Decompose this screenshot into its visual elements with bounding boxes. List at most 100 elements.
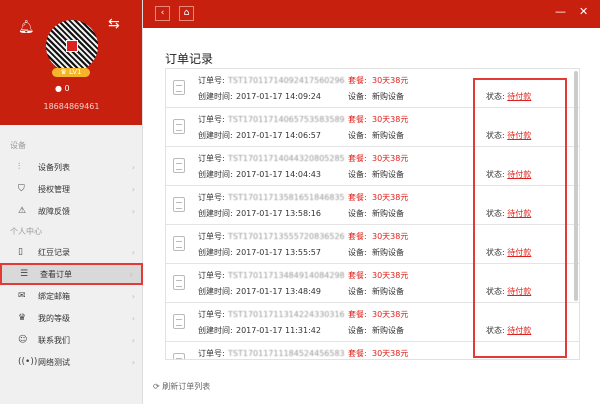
section-device: 设备 xyxy=(10,141,26,150)
created-label: 创建时间: xyxy=(198,131,233,140)
created-time: 2017-01-17 14:09:24 xyxy=(236,92,321,101)
sidebar-item-label: 红豆记录 xyxy=(38,247,70,257)
order-no: TST17011713581651846835 xyxy=(228,193,345,202)
section-personal: 个人中心 xyxy=(10,227,42,236)
minimize-button[interactable]: — xyxy=(555,5,566,18)
order-no: TST17011714092417560296 xyxy=(228,76,345,85)
device-label: 设备: xyxy=(348,170,367,179)
switch-icon[interactable]: ⇆ xyxy=(108,16,120,32)
chevron-right-icon: › xyxy=(131,335,135,345)
package-value: 30天38元 xyxy=(372,115,409,124)
package-value: 30天38元 xyxy=(372,310,409,319)
sidebar-item-1[interactable]: ⛉ 授权管理 › xyxy=(0,178,143,200)
created-label: 创建时间: xyxy=(198,170,233,179)
created-time: 2017-01-17 13:55:57 xyxy=(236,248,321,257)
sidebar: 🔔︎ ⇆ ♛ LV1 ● 0 18684869461 设备 ⫶ 设备列表 › ⛉ 授权管… xyxy=(0,0,143,404)
back-button[interactable]: ‹ xyxy=(155,6,170,21)
sidebar-item-4[interactable]: ☺ 联系我们 › xyxy=(0,329,143,351)
page-title: 订单记录 xyxy=(165,52,214,66)
device-value: 新购设备 xyxy=(372,170,404,179)
level-badge: ♛ LV1 xyxy=(52,68,90,77)
package-label: 套餐: xyxy=(348,310,367,319)
package-label: 套餐: xyxy=(348,154,367,163)
home-button[interactable]: ⌂ xyxy=(179,6,194,21)
package-label: 套餐: xyxy=(348,115,367,124)
bell-icon[interactable]: 🔔︎ xyxy=(18,20,35,35)
document-icon xyxy=(173,314,185,329)
chevron-right-icon: › xyxy=(131,357,135,367)
device-value: 新购设备 xyxy=(372,209,404,218)
package-value: 30天38元 xyxy=(372,76,409,85)
refresh-label: 刷新订单列表 xyxy=(162,382,211,391)
chevron-right-icon: › xyxy=(131,162,135,172)
avatar[interactable] xyxy=(46,20,98,72)
device-value: 新购设备 xyxy=(372,131,404,140)
sidebar-item-0[interactable]: ▯ 红豆记录 › xyxy=(0,241,143,263)
order-no: TST17011713484914084298 xyxy=(228,271,345,280)
scrollbar[interactable] xyxy=(574,71,578,301)
chevron-right-icon: › xyxy=(129,269,133,279)
sidebar-item-label: 设备列表 xyxy=(38,162,70,172)
crown-icon: ♛ xyxy=(18,313,27,323)
chevron-right-icon: › xyxy=(131,184,135,194)
refresh-icon: ⟳ xyxy=(153,382,160,391)
package-value: 30天38元 xyxy=(372,271,409,280)
sidebar-item-label: 联系我们 xyxy=(38,335,70,345)
created-label: 创建时间: xyxy=(198,92,233,101)
order-no-label: 订单号: xyxy=(198,310,225,319)
document-icon xyxy=(173,197,185,212)
close-button[interactable]: ✕ xyxy=(579,5,588,18)
order-no: TST17011714044320805285 xyxy=(228,154,345,163)
device-value: 新购设备 xyxy=(372,92,404,101)
device-label: 设备: xyxy=(348,326,367,335)
sidebar-item-2[interactable]: ✉ 绑定邮箱 › xyxy=(0,285,143,307)
order-no: TST17011711184524456583 xyxy=(228,349,345,358)
sidebar-item-label: 故障反馈 xyxy=(38,206,70,216)
bean-record-icon: ▯ xyxy=(18,247,23,257)
sidebar-item-label: 绑定邮箱 xyxy=(38,291,70,301)
created-label: 创建时间: xyxy=(198,248,233,257)
order-no-label: 订单号: xyxy=(198,193,225,202)
package-label: 套餐: xyxy=(348,349,367,358)
package-value: 30天38元 xyxy=(372,349,409,358)
device-label: 设备: xyxy=(348,92,367,101)
package-label: 套餐: xyxy=(348,232,367,241)
sidebar-item-5[interactable]: ((•)) 网络测试 › xyxy=(0,351,143,373)
device-value: 新购设备 xyxy=(372,326,404,335)
package-value: 30天38元 xyxy=(372,193,409,202)
device-label: 设备: xyxy=(348,248,367,257)
warning-icon: ⚠ xyxy=(18,206,27,216)
document-icon xyxy=(173,119,185,134)
package-label: 套餐: xyxy=(348,271,367,280)
package-label: 套餐: xyxy=(348,76,367,85)
document-icon xyxy=(173,80,185,95)
chevron-right-icon: › xyxy=(131,206,135,216)
status-highlight xyxy=(473,78,567,358)
created-time: 2017-01-17 14:06:57 xyxy=(236,131,321,140)
chevron-right-icon: › xyxy=(131,247,135,257)
order-no: TST17011711314224330316 xyxy=(228,310,345,319)
chevron-right-icon: › xyxy=(131,313,135,323)
created-time: 2017-01-17 13:48:49 xyxy=(236,287,321,296)
beans-value: 0 xyxy=(64,84,70,93)
sidebar-item-label: 授权管理 xyxy=(38,184,70,194)
sidebar-item-0[interactable]: ⫶ 设备列表 › xyxy=(0,156,143,178)
document-icon xyxy=(173,236,185,251)
package-label: 套餐: xyxy=(348,193,367,202)
sidebar-item-2[interactable]: ⚠ 故障反馈 › xyxy=(0,200,143,222)
sidebar-item-1[interactable]: ☰ 查看订单 › xyxy=(0,263,143,285)
created-time: 2017-01-17 14:04:43 xyxy=(236,170,321,179)
beans-count: ● 0 xyxy=(55,84,70,93)
sidebar-item-3[interactable]: ♛ 我的等级 › xyxy=(0,307,143,329)
created-time: 2017-01-17 13:58:16 xyxy=(236,209,321,218)
sidebar-item-label: 查看订单 xyxy=(40,269,72,279)
shield-icon: ⛉ xyxy=(18,184,25,194)
device-label: 设备: xyxy=(348,287,367,296)
sidebar-item-label: 我的等级 xyxy=(38,313,70,323)
package-value: 30天38元 xyxy=(372,232,409,241)
device-label: 设备: xyxy=(348,131,367,140)
network-icon: ((•)) xyxy=(18,357,38,367)
device-value: 新购设备 xyxy=(372,248,404,257)
refresh-button[interactable]: ⟳ 刷新订单列表 xyxy=(153,381,210,392)
order-no-label: 订单号: xyxy=(198,232,225,241)
